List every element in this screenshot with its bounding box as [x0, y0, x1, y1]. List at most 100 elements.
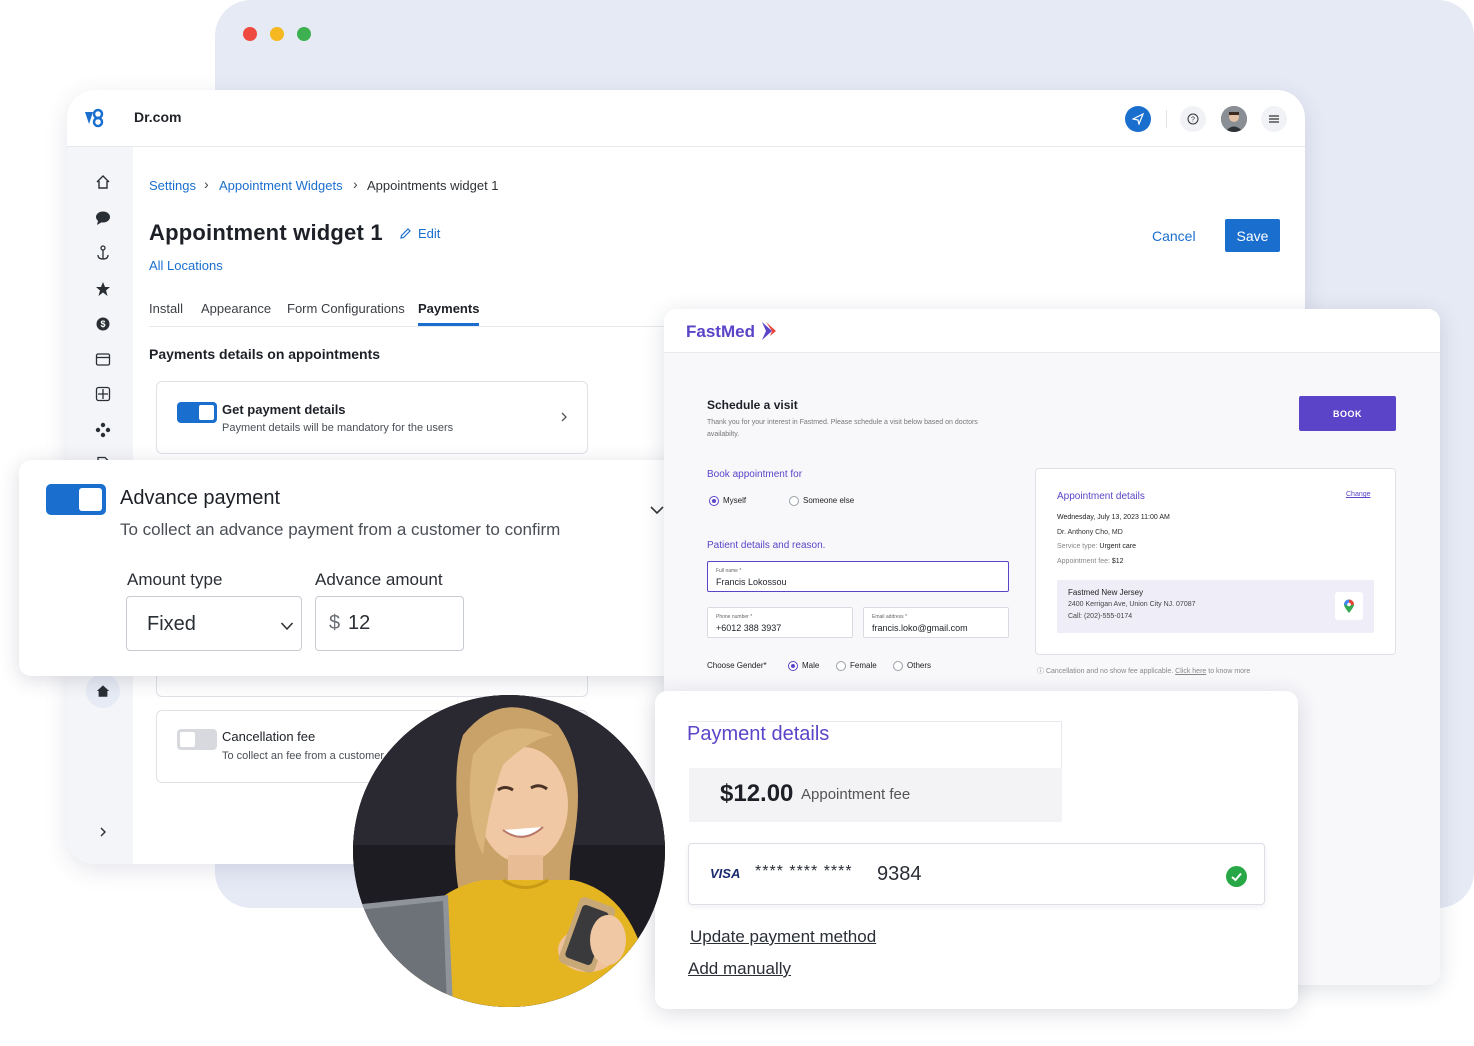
amount-type-value: Fixed [147, 613, 196, 635]
advance-payment-toggle[interactable] [46, 484, 106, 515]
sidebar-item-messages[interactable] [93, 209, 113, 227]
saved-card-row[interactable]: VISA **** **** **** 9384 [688, 843, 1265, 905]
update-payment-link[interactable]: Update payment method [690, 927, 876, 947]
map-button[interactable] [1335, 592, 1363, 620]
visa-logo: VISA [710, 866, 741, 881]
get-payment-subtitle: Payment details will be mandatory for th… [222, 422, 454, 434]
radio-others[interactable] [893, 661, 903, 671]
chevron-down-icon[interactable] [649, 504, 665, 516]
advance-payment-panel: Advance payment To collect an advance pa… [19, 460, 693, 676]
edit-button[interactable]: Edit [399, 226, 440, 241]
breadcrumb-separator: › [353, 176, 358, 192]
sidebar-item-integrations[interactable] [93, 244, 113, 262]
service-type-value: Urgent care [1099, 543, 1136, 550]
phone-field[interactable]: Phone number * +6012 388 3937 [707, 607, 853, 638]
schedule-title: Schedule a visit [707, 398, 798, 412]
appointment-fee-value: $12 [1111, 558, 1124, 565]
get-payment-toggle[interactable] [177, 402, 217, 423]
change-link[interactable]: Change [1346, 491, 1371, 498]
gender-label: Choose Gender* [707, 661, 767, 670]
phone-value: +6012 388 3937 [716, 623, 782, 633]
get-payment-title: Get payment details [222, 402, 346, 417]
menu-icon [1269, 115, 1279, 123]
get-payment-card[interactable]: Get payment details Payment details will… [156, 381, 588, 454]
breadcrumb-appointment-widgets[interactable]: Appointment Widgets [219, 178, 343, 193]
radio-someone-else-label: Someone else [803, 496, 855, 505]
card-masked: **** **** **** [755, 863, 853, 880]
pencil-icon [400, 228, 411, 239]
network-icon [95, 422, 111, 438]
chevron-right-icon [100, 827, 106, 837]
star-icon [96, 282, 110, 296]
tab-install[interactable]: Install [149, 301, 183, 316]
email-value: francis.loko@gmail.com [872, 623, 968, 633]
location-box: Fastmed New Jersey 2400 Kerrigan Ave, Un… [1057, 580, 1374, 633]
sidebar-item-widgets[interactable] [93, 385, 113, 403]
patient-details-label: Patient details and reason. [707, 540, 826, 551]
full-name-field[interactable]: Full name * Francis Lokossou [707, 561, 1009, 592]
appointment-details-card: Appointment details Change Wednesday, Ju… [1035, 468, 1396, 655]
map-pin-icon [1344, 599, 1354, 613]
send-button[interactable] [1125, 106, 1151, 132]
appointment-fee-label: Appointment fee: [1057, 558, 1110, 565]
add-manually-link[interactable]: Add manually [688, 959, 791, 979]
radio-male[interactable] [788, 661, 798, 671]
service-type: Service type: Urgent care [1057, 543, 1136, 550]
advance-payment-title: Advance payment [120, 487, 281, 509]
radio-someone-else[interactable] [789, 496, 799, 506]
breadcrumb-current: Appointments widget 1 [367, 178, 499, 193]
dollar-icon: $ [96, 317, 110, 331]
svg-text:$: $ [100, 319, 105, 329]
note-post: to know more [1208, 668, 1251, 675]
tab-form-configurations[interactable]: Form Configurations [287, 301, 405, 316]
app-logo-icon[interactable] [83, 108, 105, 128]
radio-female[interactable] [836, 661, 846, 671]
cancellation-fee-toggle[interactable] [177, 729, 217, 750]
app-title: Dr.com [134, 109, 182, 125]
amount-type-select[interactable]: Fixed [126, 596, 302, 651]
top-bar: Dr.com ? [67, 90, 1305, 147]
avatar[interactable] [1221, 106, 1247, 132]
note-pre: Cancellation and no show fee applicable. [1045, 668, 1174, 675]
user-avatar-icon [1221, 106, 1247, 132]
full-name-label: Full name * [716, 568, 742, 574]
window-minimize-dot[interactable] [270, 27, 284, 41]
advance-amount-input[interactable]: $ 12 [315, 596, 464, 651]
help-button[interactable]: ? [1180, 106, 1206, 132]
breadcrumb-settings[interactable]: Settings [149, 178, 196, 193]
window-close-dot[interactable] [243, 27, 257, 41]
radio-myself-label: Myself [723, 496, 747, 505]
sidebar-item-home-active[interactable] [86, 674, 120, 708]
window-maximize-dot[interactable] [297, 27, 311, 41]
save-button[interactable]: Save [1225, 219, 1280, 252]
note-click-link[interactable]: Click here [1175, 668, 1206, 675]
cancellation-fee-title: Cancellation fee [222, 729, 316, 744]
appointment-fee: Appointment fee: $12 [1057, 558, 1124, 565]
menu-button[interactable] [1261, 106, 1287, 132]
tab-payments[interactable]: Payments [418, 301, 479, 316]
breadcrumb-separator: › [204, 176, 209, 192]
fastmed-chevron-logo-icon [762, 322, 776, 340]
cancel-button[interactable]: Cancel [1152, 228, 1196, 244]
service-type-label: Service type: [1057, 543, 1098, 550]
cancellation-note: ⓘ Cancellation and no show fee applicabl… [1037, 668, 1251, 675]
sidebar-item-home[interactable] [93, 173, 113, 191]
fee-summary: $12.00 Appointment fee [689, 768, 1062, 822]
sidebar-item-reviews[interactable] [93, 280, 113, 298]
email-field[interactable]: Email address * francis.loko@gmail.com [863, 607, 1009, 638]
email-label: Email address * [872, 614, 908, 620]
tab-appearance[interactable]: Appearance [201, 301, 271, 316]
sidebar-item-payments[interactable]: $ [93, 315, 113, 333]
cancellation-fee-subtitle: To collect an fee from a customer [222, 750, 385, 762]
anchor-icon [97, 245, 109, 260]
location-phone: Call: (202)-555-0174 [1068, 613, 1133, 620]
chat-icon [96, 211, 110, 225]
book-button[interactable]: BOOK [1299, 396, 1396, 431]
all-locations-link[interactable]: All Locations [149, 258, 223, 273]
send-icon [1132, 113, 1144, 125]
sidebar-expand-button[interactable] [93, 823, 113, 841]
sidebar-item-network[interactable] [93, 421, 113, 439]
sidebar-item-calendar[interactable] [93, 350, 113, 368]
radio-myself[interactable] [709, 496, 719, 506]
topbar-divider [1166, 110, 1167, 128]
